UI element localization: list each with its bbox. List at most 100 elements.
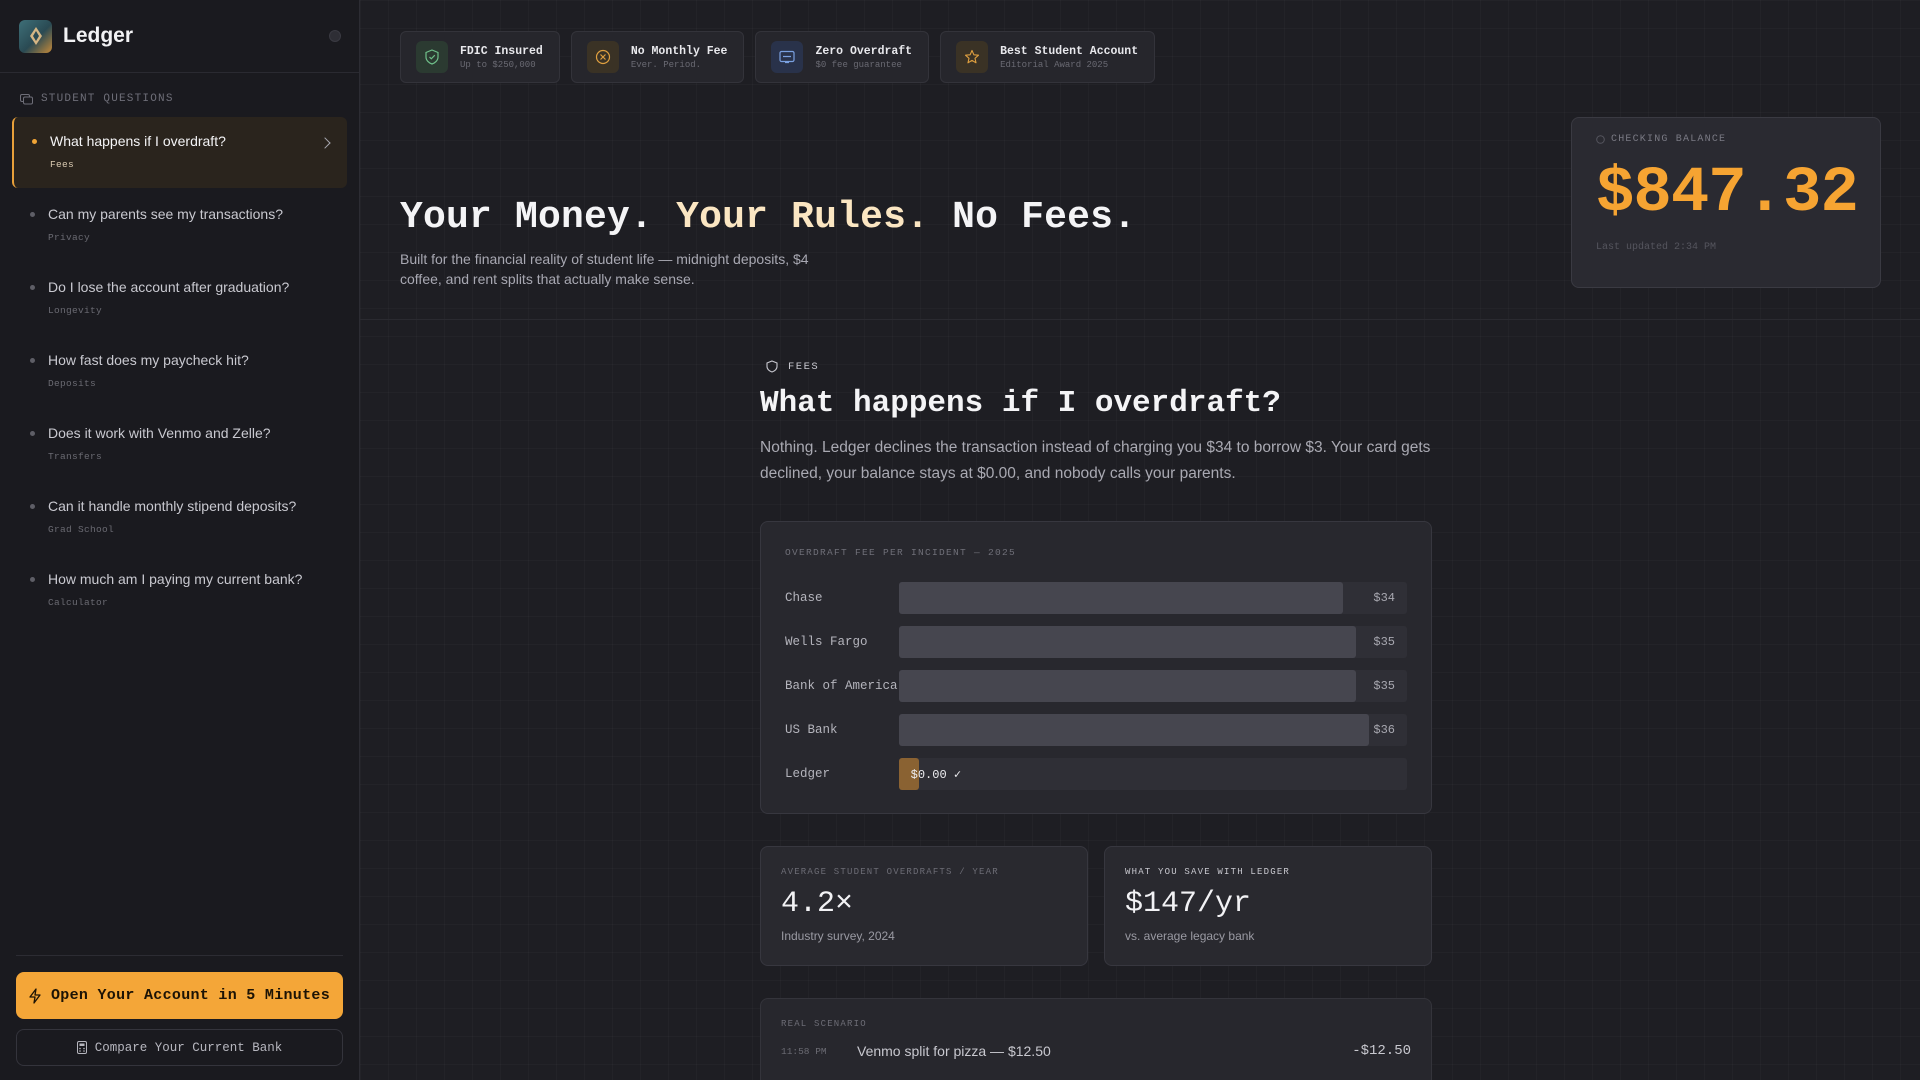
badge-title: No Monthly Fee [630,44,728,58]
lightning-icon [29,987,41,1004]
chart-value-label: $36 [1373,723,1395,737]
chart-row: Chase $34 [785,576,1407,620]
hero-title-part-1: Your Money. [400,196,654,239]
section-label-text: STUDENT QUESTIONS [41,93,174,105]
overdraft-fee-chart: OVERDRAFT FEE PER INCIDENT — 2025 Chase $… [760,521,1432,814]
chart-row: Wells Fargo $35 [785,620,1407,664]
hero-title: Your Money. Your Rules. No Fees. [400,196,1136,239]
sidebar-item-calculator[interactable]: How much am I paying my current bank? Ca… [12,555,347,626]
badge-award: Best Student Account Editorial Award 202… [940,31,1156,83]
badge-no-fee: No Monthly Fee Ever. Period. [570,31,745,83]
stat-value: 4.2× [781,887,854,921]
article-title: What happens if I overdraft? [760,386,1281,421]
chart-bar-track: $34 [898,582,1407,614]
trust-badges: FDIC Insured Up to $250,000 No Monthly F… [400,31,1156,83]
chart-title: OVERDRAFT FEE PER INCIDENT — 2025 [785,547,1017,558]
stat-note: vs. average legacy bank [1125,929,1255,943]
chart-bar [898,670,1356,702]
stat-card-overdrafts: AVERAGE STUDENT OVERDRAFTS / YEAR 4.2× I… [760,846,1088,966]
question-tag: Privacy [48,232,91,243]
real-scenario-card: REAL SCENARIO 11:58 PM Venmo split for p… [760,998,1432,1080]
sidebar-item-transfers[interactable]: Does it work with Venmo and Zelle? Trans… [12,409,347,480]
settings-icon[interactable] [329,30,341,42]
transaction-amount: -$12.50 [1352,1043,1411,1059]
question-title: Can my parents see my transactions? [48,206,283,222]
bullet-icon [30,431,35,436]
section-label: STUDENT QUESTIONS [20,93,359,105]
sidebar-item-overdraft[interactable]: What happens if I overdraft? Fees [12,117,347,188]
badge-fdic: FDIC Insured Up to $250,000 [400,31,560,83]
chart-category-label: Wells Fargo [785,635,868,649]
question-tag: Deposits [48,378,97,389]
transaction-time: 11:58 PM [781,1045,827,1057]
shield-icon [766,360,778,373]
chart-row: US Bank $36 [785,708,1407,752]
badge-subtitle: Editorial Award 2025 [1000,59,1109,70]
question-title: Do I lose the account after graduation? [48,279,290,295]
calculator-icon [76,1041,87,1054]
badge-zero-overdraft: Zero Overdraft $0 fee guarantee [755,31,930,83]
balance-label-text: CHECKING BALANCE [1611,134,1727,145]
question-list: What happens if I overdraft? Fees Can my… [0,117,359,626]
chart-bar [898,582,1343,614]
main-content: FDIC Insured Up to $250,000 No Monthly F… [360,0,1920,1080]
open-account-label: Open Your Account in 5 Minutes [50,987,331,1004]
bullet-icon [30,504,35,509]
question-tag: Calculator [48,597,109,608]
question-title: How much am I paying my current bank? [48,571,303,587]
hero-title-part-2: Your Rules. [676,196,930,239]
chart-category-label: US Bank [785,723,838,737]
bullet-icon [30,577,35,582]
badge-subtitle: $0 fee guarantee [815,59,902,70]
compare-bank-button[interactable]: Compare Your Current Bank [16,1029,343,1066]
compare-bank-label: Compare Your Current Bank [94,1040,283,1055]
sidebar-item-privacy[interactable]: Can my parents see my transactions? Priv… [12,190,347,261]
stats-row: AVERAGE STUDENT OVERDRAFTS / YEAR 4.2× I… [760,846,1432,966]
sidebar-item-longevity[interactable]: Do I lose the account after graduation? … [12,263,347,334]
question-tag: Fees [50,159,75,170]
stat-label: WHAT YOU SAVE WITH LEDGER [1125,867,1291,877]
ledger-logo-icon [19,19,52,53]
badge-title: FDIC Insured [460,44,543,58]
question-title: How fast does my paycheck hit? [48,352,249,368]
sidebar: Ledger STUDENT QUESTIONS What happens if… [0,0,360,1080]
sidebar-item-grad-school[interactable]: Can it handle monthly stipend deposits? … [12,482,347,553]
sidebar-item-deposits[interactable]: How fast does my paycheck hit? Deposits [12,336,347,407]
scenario-label: REAL SCENARIO [781,1019,867,1029]
question-title: Can it handle monthly stipend deposits? [48,498,297,514]
chart-bar-track: $36 [898,714,1407,746]
stat-value: $147/yr [1125,887,1252,921]
brand-name: Ledger [63,24,134,47]
balance-amount: $847.32 [1596,158,1859,230]
info-icon [1596,135,1605,144]
question-tag: Transfers [48,451,103,462]
chart-row: Bank of America $35 [785,664,1407,708]
scenario-transaction: 11:58 PM Venmo split for pizza — $12.50 … [781,1043,1411,1059]
chart-category-label: Bank of America [785,679,898,693]
shield-icon [416,41,448,73]
brand-header: Ledger [0,0,359,73]
chart-rows: Chase $34 Wells Fargo $35 Bank of America $35… [785,576,1407,796]
badge-subtitle: Ever. Period. [630,59,702,70]
hero-title-part-3: No Fees. [952,196,1137,239]
chart-bar-track: $0.00 ✓ [898,758,1407,790]
bullet-icon [30,212,35,217]
card-icon [771,41,804,73]
open-account-button[interactable]: Open Your Account in 5 Minutes [16,972,343,1019]
chat-icon [20,93,33,104]
question-tag: Grad School [48,524,115,535]
badge-subtitle: Up to $250,000 [460,59,536,70]
star-icon [956,41,989,73]
badge-title: Zero Overdraft [815,44,913,58]
answer-article: FEES What happens if I overdraft? Nothin… [760,360,1432,1080]
balance-label: CHECKING BALANCE [1596,134,1856,145]
chart-value-label: $0.00 ✓ [910,768,962,782]
chart-value-label: $35 [1373,679,1395,693]
stat-label: AVERAGE STUDENT OVERDRAFTS / YEAR [781,867,999,877]
no-fee-icon [586,41,619,73]
article-eyebrow-text: FEES [788,360,820,373]
question-title: Does it work with Venmo and Zelle? [48,425,271,441]
sidebar-actions: Open Your Account in 5 Minutes Compare Y… [16,955,343,1066]
chart-value-label: $34 [1373,591,1395,605]
chart-bar [898,714,1369,746]
